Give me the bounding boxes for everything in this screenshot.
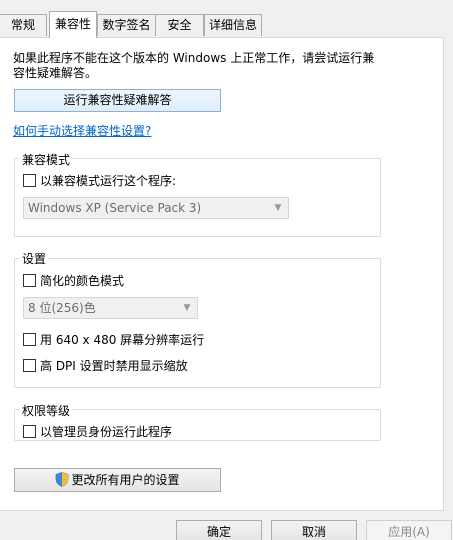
reduced-color-checkbox[interactable]	[23, 274, 36, 287]
cancel-button[interactable]: 取消	[271, 520, 357, 540]
admin-checkbox[interactable]	[23, 425, 36, 438]
change-all-users-button[interactable]: 更改所有用户的设置	[14, 468, 221, 492]
tab-digital-signature[interactable]: 数字签名	[97, 14, 156, 36]
dpi-row[interactable]: 高 DPI 设置时禁用显示缩放	[23, 359, 188, 375]
color-depth-value: 8 位(256)色	[28, 301, 96, 315]
resolution-row[interactable]: 用 640 x 480 屏幕分辨率运行	[23, 333, 204, 349]
compat-mode-title: 兼容模式	[20, 151, 73, 168]
compat-os-select[interactable]: Windows XP (Service Pack 3) ▼	[23, 197, 289, 219]
ok-button[interactable]: 确定	[176, 520, 262, 540]
resolution-label: 用 640 x 480 屏幕分辨率运行	[40, 333, 205, 347]
reduced-color-label: 简化的颜色模式	[40, 274, 125, 288]
chevron-down-icon: ▼	[183, 303, 191, 313]
run-troubleshooter-button[interactable]: 运行兼容性疑难解答	[14, 89, 221, 112]
change-all-users-label: 更改所有用户的设置	[71, 473, 180, 487]
tab-security[interactable]: 安全	[155, 14, 204, 36]
chevron-down-icon: ▼	[274, 203, 282, 213]
color-depth-select[interactable]: 8 位(256)色 ▼	[23, 297, 198, 319]
admin-row[interactable]: 以管理员身份运行此程序	[23, 425, 172, 441]
tab-details[interactable]: 详细信息	[204, 14, 262, 36]
tab-strip: 常规 兼容性 数字签名 安全 详细信息	[0, 0, 453, 38]
tab-compatibility[interactable]: 兼容性	[49, 11, 97, 38]
resolution-checkbox[interactable]	[23, 333, 36, 346]
manual-settings-link[interactable]: 如何手动选择兼容性设置?	[13, 122, 151, 139]
settings-title: 设置	[20, 250, 49, 267]
compat-mode-checkbox[interactable]	[23, 174, 36, 187]
admin-label: 以管理员身份运行此程序	[40, 425, 173, 439]
properties-dialog: 常规 兼容性 数字签名 安全 详细信息 如果此程序不能在这个版本的 Window…	[0, 0, 453, 540]
intro-text: 如果此程序不能在这个版本的 Windows 上正常工作，请尝试运行兼容性疑难解答…	[13, 51, 375, 80]
tab-general[interactable]: 常规	[0, 14, 47, 36]
apply-button[interactable]: 应用(A)	[366, 520, 452, 540]
compat-mode-row[interactable]: 以兼容模式运行这个程序:	[23, 174, 176, 190]
compat-os-value: Windows XP (Service Pack 3)	[28, 201, 202, 215]
compat-mode-label: 以兼容模式运行这个程序:	[40, 174, 177, 188]
privilege-title: 权限等级	[20, 402, 73, 419]
dpi-checkbox[interactable]	[23, 359, 36, 372]
uac-shield-icon	[56, 472, 69, 487]
reduced-color-row[interactable]: 简化的颜色模式	[23, 274, 124, 290]
dpi-label: 高 DPI 设置时禁用显示缩放	[40, 359, 188, 373]
